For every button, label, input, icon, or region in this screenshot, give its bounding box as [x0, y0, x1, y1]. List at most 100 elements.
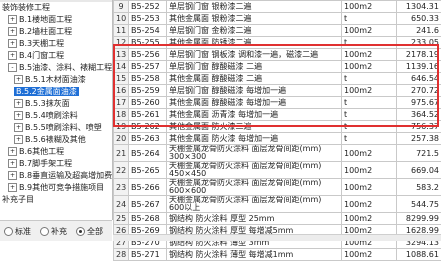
quota-code: B5-252: [129, 1, 167, 13]
quota-code: B5-271: [129, 249, 167, 261]
tree-node[interactable]: +B.1楼地面工程: [0, 14, 112, 26]
tree-node[interactable]: +B.5.3抹灰面: [0, 98, 112, 110]
tree-node-label: B.5.5喷刷涂料、喷塑: [25, 123, 102, 132]
table-row[interactable]: 25B5-268钢结构 防火涂料 厚型 25mm100m28299.99: [114, 213, 441, 225]
table-row[interactable]: 13B5-256单层钢门窗 钢板漆 调和漆一遍，磁漆二遍100m22178.19: [114, 49, 441, 61]
table-row[interactable]: 12B5-255其他金属面 防锈漆二遍t233.05: [114, 37, 441, 49]
table-row[interactable]: 16B5-259单层钢门窗 醇酸磁漆 每增加一遍100m2270.72: [114, 85, 441, 97]
quota-code: B5-268: [129, 213, 167, 225]
row-number: 16: [114, 85, 129, 97]
table-row[interactable]: 11B5-254单层钢门窗 金粉漆二遍100m2241.6: [114, 25, 441, 37]
filter-standard-radio[interactable]: 标准: [4, 226, 31, 237]
expand-icon[interactable]: +: [8, 15, 17, 24]
tree-node[interactable]: +B.9其他可竞争措施项目: [0, 182, 112, 194]
unit-cell: t: [342, 37, 397, 49]
expand-icon[interactable]: +: [8, 51, 17, 60]
expand-icon[interactable]: +: [8, 27, 17, 36]
table-row[interactable]: 22B5-265天棚金属龙骨防火涂料 面层龙骨间距(mm) 450×450100…: [114, 162, 441, 179]
row-number: 9: [114, 1, 129, 13]
tree-node[interactable]: +B.5.4喷刷涂料: [0, 110, 112, 122]
quota-code: B5-264: [129, 145, 167, 162]
table-row[interactable]: 17B5-260其他金属面 醇酸磁漆 每增加一遍t975.67: [114, 97, 441, 109]
collapse-icon[interactable]: -: [8, 63, 17, 72]
quota-name: 其他金属面 沥青漆 每增加一遍: [167, 109, 342, 121]
tree-node-label: B.5.6裱糊及其他: [25, 135, 86, 144]
unit-cell: 100m2: [342, 49, 397, 61]
table-row[interactable]: 10B5-253其他金属面 银粉漆二遍t650.33: [114, 13, 441, 25]
filter-all-radio[interactable]: 全部: [76, 226, 103, 237]
quota-table: 9B5-252单层钢门窗 银粉漆二遍100m21304.3110B5-253其他…: [113, 0, 441, 261]
tree-node[interactable]: +B.8垂直运输及超高增加费: [0, 170, 112, 182]
expand-icon[interactable]: +: [8, 39, 17, 48]
quota-name: 其他金属面 防火漆二遍: [167, 121, 342, 133]
tree-node-label: 装饰装修工程: [2, 3, 50, 12]
quota-name: 天棚金属龙骨防火涂料 面层龙骨间距(mm) 450×450: [167, 162, 342, 179]
tree-node[interactable]: +B.6其他工程: [0, 146, 112, 158]
tree-node[interactable]: +B.2墙柱面工程: [0, 26, 112, 38]
unit-cell: t: [342, 97, 397, 109]
expand-icon[interactable]: +: [14, 135, 23, 144]
row-number: 22: [114, 162, 129, 179]
table-row[interactable]: 28B5-271钢结构 防火涂料 薄型 每增减1mm100m21088.61: [114, 249, 441, 261]
table-row[interactable]: 21B5-264天棚金属龙骨防火涂料 面层龙骨间距(mm) 300×300100…: [114, 145, 441, 162]
quota-code: B5-255: [129, 37, 167, 49]
table-row[interactable]: 23B5-266天棚金属龙骨防火涂料 面层龙骨间距(mm) 600×600100…: [114, 179, 441, 196]
row-number: 15: [114, 73, 129, 85]
row-number: 28: [114, 249, 129, 261]
row-number: 18: [114, 109, 129, 121]
unit-price: 2178.19: [397, 49, 441, 61]
unit-cell: 100m2: [342, 25, 397, 37]
quota-code: B5-256: [129, 49, 167, 61]
table-row[interactable]: 24B5-267天棚金属龙骨防火涂料 面层龙骨间距(mm) 600以上100m2…: [114, 196, 441, 213]
table-row[interactable]: 19B5-262其他金属面 防火漆二遍t756.37: [114, 121, 441, 133]
expand-icon[interactable]: +: [14, 75, 23, 84]
expand-icon[interactable]: +: [14, 99, 23, 108]
unit-cell: 100m2: [342, 1, 397, 13]
tree-node[interactable]: -B.5油漆、涂料、裱糊工程: [0, 62, 112, 74]
tree-node[interactable]: B.5.2金属面油漆: [0, 86, 112, 98]
tree-node[interactable]: +B.5.5喷刷涂料、喷塑: [0, 122, 112, 134]
quota-code: B5-254: [129, 25, 167, 37]
quota-table-panel: 9B5-252单层钢门窗 银粉漆二遍100m21304.3110B5-253其他…: [113, 0, 441, 240]
unit-cell: t: [342, 13, 397, 25]
expand-icon[interactable]: +: [14, 111, 23, 120]
tree-node-label: B.5.4喷刷涂料: [25, 111, 78, 120]
unit-cell: 100m2: [342, 196, 397, 213]
unit-cell: 100m2: [342, 85, 397, 97]
row-number: 19: [114, 121, 129, 133]
tree-node[interactable]: +B.3天棚工程: [0, 38, 112, 50]
table-row[interactable]: 9B5-252单层钢门窗 银粉漆二遍100m21304.31: [114, 1, 441, 13]
table-row[interactable]: 20B5-263其他金属面 防火漆 每增加一遍t257.38: [114, 133, 441, 145]
tree-node[interactable]: +B.4门窗工程: [0, 50, 112, 62]
unit-cell: t: [342, 109, 397, 121]
tree-node-label: B.7脚手架工程: [19, 159, 72, 168]
quota-code: B5-265: [129, 162, 167, 179]
unit-price: 721.5: [397, 145, 441, 162]
radio-all-circle: [76, 227, 85, 236]
quota-name: 单层钢门窗 醇酸磁漆 每增加一遍: [167, 85, 342, 97]
table-row[interactable]: 18B5-261其他金属面 沥青漆 每增加一遍t364.52: [114, 109, 441, 121]
filter-supplement-radio[interactable]: 补充: [40, 226, 67, 237]
tree-node-label: B.9其他可竞争措施项目: [19, 183, 104, 192]
tree-node[interactable]: 补充子目: [0, 194, 112, 206]
quota-code: B5-259: [129, 85, 167, 97]
quota-code: B5-261: [129, 109, 167, 121]
category-tree[interactable]: 装饰装修工程+B.1楼地面工程+B.2墙柱面工程+B.3天棚工程+B.4门窗工程…: [0, 0, 113, 220]
tree-node-label: B.2墙柱面工程: [19, 27, 72, 36]
tree-node[interactable]: +B.7脚手架工程: [0, 158, 112, 170]
expand-icon[interactable]: +: [8, 147, 17, 156]
row-number: 12: [114, 37, 129, 49]
expand-icon[interactable]: +: [8, 171, 17, 180]
expand-icon[interactable]: +: [14, 123, 23, 132]
tree-node[interactable]: +B.5.6裱糊及其他: [0, 134, 112, 146]
table-row[interactable]: 15B5-258其他金属面 醇酸磁漆 二遍t646.54: [114, 73, 441, 85]
filter-bar: 标准 补充 全部: [0, 220, 112, 241]
tree-node[interactable]: +B.5.1木材面油漆: [0, 74, 112, 86]
quota-name: 钢结构 防火涂料 厚型 25mm: [167, 213, 342, 225]
table-row[interactable]: 14B5-257单层钢门窗 醇酸磁漆 二遍100m21139.16: [114, 61, 441, 73]
tree-node[interactable]: 装饰装修工程: [0, 2, 112, 14]
quota-name: 钢结构 防火涂料 薄型 每增减1mm: [167, 249, 342, 261]
unit-price: 544.75: [397, 196, 441, 213]
expand-icon[interactable]: +: [8, 159, 17, 168]
expand-icon[interactable]: +: [8, 183, 17, 192]
